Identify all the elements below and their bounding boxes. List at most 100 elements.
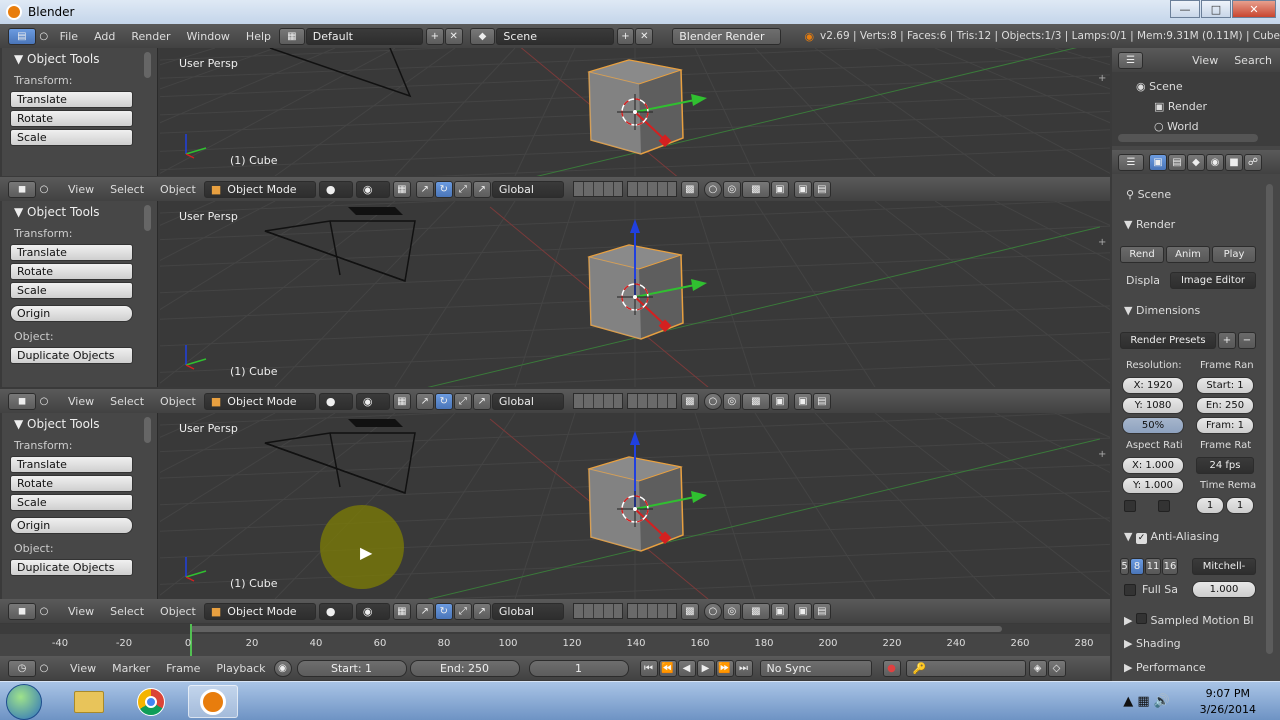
scene-tab-icon[interactable]: ◆ <box>1187 153 1205 171</box>
play-icon[interactable]: ▶ <box>696 659 715 677</box>
snap-target-icon[interactable]: ▣ <box>770 180 789 198</box>
object-menu[interactable]: Object <box>160 605 196 618</box>
object-tab-icon[interactable]: ■ <box>1225 153 1243 171</box>
duplicate-objects-button[interactable]: Duplicate Objects <box>10 347 133 364</box>
mode-select[interactable]: ■ Object Mode <box>203 180 316 198</box>
aa-samples-5[interactable]: 5 <box>1120 558 1129 575</box>
tool-shelf-scrollbar[interactable] <box>144 52 151 78</box>
translate-button[interactable]: Translate <box>10 456 133 473</box>
menu-file[interactable]: File <box>60 30 78 43</box>
outliner-item-scene[interactable]: ◉ Scene <box>1136 80 1183 93</box>
translate-manipulator-icon[interactable]: ↗ <box>415 392 434 410</box>
scale-manipulator-icon[interactable]: ⤢ <box>453 602 472 620</box>
translate-button[interactable]: Translate <box>10 91 133 108</box>
object-menu[interactable]: Object <box>160 183 196 196</box>
timeline-playback-menu[interactable]: Playback <box>216 662 265 675</box>
add-scene-icon[interactable]: + <box>616 27 635 45</box>
jump-end-icon[interactable]: ⏭ <box>734 659 753 677</box>
object-tools-header[interactable]: ▼ Object Tools <box>2 48 157 66</box>
pivot-select[interactable]: ◉ <box>355 602 390 620</box>
timeline-marker-menu[interactable]: Marker <box>112 662 150 675</box>
aa-samples-16[interactable]: 16 <box>1162 558 1178 575</box>
view-menu[interactable]: View <box>68 183 94 196</box>
time-remap-new-field[interactable]: 1 <box>1226 497 1254 514</box>
timeline-view-menu[interactable]: View <box>70 662 96 675</box>
scale-button[interactable]: Scale <box>10 494 133 511</box>
maximize-button[interactable]: □ <box>1201 0 1231 18</box>
render-animation-icon[interactable]: ▤ <box>812 180 831 198</box>
blender-taskbar-icon[interactable] <box>188 685 238 718</box>
aa-samples-11[interactable]: 11 <box>1145 558 1161 575</box>
outliner-item-world[interactable]: ○ World <box>1154 120 1199 133</box>
world-tab-icon[interactable]: ◉ <box>1206 153 1224 171</box>
timeline-editor-icon[interactable]: ◷ <box>8 659 36 677</box>
record-icon[interactable]: ● <box>882 659 901 677</box>
render-animation-icon[interactable]: ▤ <box>812 602 831 620</box>
view3d-editor-icon[interactable]: ◼ <box>8 602 36 620</box>
snap-toggle-icon[interactable]: ◎ <box>722 602 741 620</box>
render-engine-select[interactable]: Blender Render <box>672 27 782 45</box>
snap-target-icon[interactable]: ▣ <box>770 602 789 620</box>
preview-range-icon[interactable]: ◉ <box>273 659 292 677</box>
frame-end-field[interactable]: En: 250 <box>1196 397 1254 414</box>
layer-lock-icon[interactable]: ▩ <box>680 602 699 620</box>
collapse-icon[interactable]: ○ <box>37 603 51 620</box>
display-select[interactable]: Image Editor <box>1170 272 1256 289</box>
aspect-x-field[interactable]: X: 1.000 <box>1122 457 1184 474</box>
object-menu[interactable]: Object <box>160 395 196 408</box>
file-explorer-icon[interactable] <box>64 685 114 718</box>
play-reverse-icon[interactable]: ◀ <box>677 659 696 677</box>
render-preview-icon[interactable]: ▣ <box>793 392 812 410</box>
rotate-manipulator-icon[interactable]: ↻ <box>434 180 453 198</box>
shading-select[interactable]: ● <box>318 392 353 410</box>
menu-help[interactable]: Help <box>246 30 271 43</box>
collapse-icon[interactable]: ○ <box>37 28 51 45</box>
jump-keyframe-forward-icon[interactable]: ⏩ <box>715 659 734 677</box>
filter-size-field[interactable]: 1.000 <box>1192 581 1256 598</box>
timeline-frame-menu[interactable]: Frame <box>166 662 200 675</box>
rotate-manipulator-icon[interactable]: ↻ <box>434 392 453 410</box>
scene-icon[interactable]: ◆ <box>469 27 496 45</box>
aspect-y-field[interactable]: Y: 1.000 <box>1122 477 1184 494</box>
snap-element-icon[interactable]: ▩ <box>741 602 770 620</box>
outliner-editor-icon[interactable]: ☰ <box>1118 51 1144 69</box>
duplicate-objects-button[interactable]: Duplicate Objects <box>10 559 133 576</box>
menu-render[interactable]: Render <box>131 30 170 43</box>
close-button[interactable]: ✕ <box>1232 0 1276 18</box>
scale-button[interactable]: Scale <box>10 282 133 299</box>
play-animation-button[interactable]: Play <box>1212 246 1256 263</box>
resolution-x-field[interactable]: X: 1920 <box>1122 377 1184 394</box>
delete-keyframe-icon[interactable]: ◇ <box>1047 659 1066 677</box>
render-panel-header[interactable]: ▼ Render <box>1124 218 1175 231</box>
proportional-edit-icon[interactable]: ○ <box>703 392 722 410</box>
manipulator-toggle-icon[interactable]: ▦ <box>392 180 411 198</box>
manipulator-toggle-icon[interactable]: ▦ <box>392 602 411 620</box>
view3d-editor-icon[interactable]: ◼ <box>8 392 36 410</box>
mode-select[interactable]: ■ Object Mode <box>203 602 316 620</box>
proportional-edit-icon[interactable]: ○ <box>703 602 722 620</box>
origin-button[interactable]: Origin <box>10 517 133 534</box>
orientation-select[interactable]: Global <box>491 180 564 198</box>
manipulator-toggle-icon[interactable]: ▦ <box>392 392 411 410</box>
properties-scrollbar[interactable] <box>1266 184 1273 654</box>
end-frame-field[interactable]: End: 250 <box>409 659 520 677</box>
menu-add[interactable]: Add <box>94 30 115 43</box>
full-sample-checkbox[interactable] <box>1124 584 1136 596</box>
mode-select[interactable]: ■ Object Mode <box>203 392 316 410</box>
sync-mode-select[interactable]: No Sync <box>759 659 872 677</box>
start-button[interactable] <box>6 684 42 720</box>
properties-editor-icon[interactable]: ☰ <box>1118 153 1144 171</box>
pointer-icon[interactable]: ↗ <box>472 602 491 620</box>
viewport-3d[interactable]: User Persp (1) Cube + <box>160 48 1110 176</box>
layers-left-icon[interactable] <box>572 181 623 197</box>
layers-left-icon[interactable] <box>572 603 623 619</box>
frame-rate-select[interactable]: 24 fps <box>1196 457 1254 474</box>
insert-keyframe-icon[interactable]: ◈ <box>1028 659 1047 677</box>
scene-field[interactable]: Scene <box>496 27 614 45</box>
layers-right-icon[interactable] <box>626 393 677 409</box>
remove-layout-icon[interactable]: ✕ <box>444 27 463 45</box>
resolution-y-field[interactable]: Y: 1080 <box>1122 397 1184 414</box>
jump-start-icon[interactable]: ⏮ <box>639 659 658 677</box>
layout-field[interactable]: Default <box>305 27 423 45</box>
select-menu[interactable]: Select <box>110 395 144 408</box>
